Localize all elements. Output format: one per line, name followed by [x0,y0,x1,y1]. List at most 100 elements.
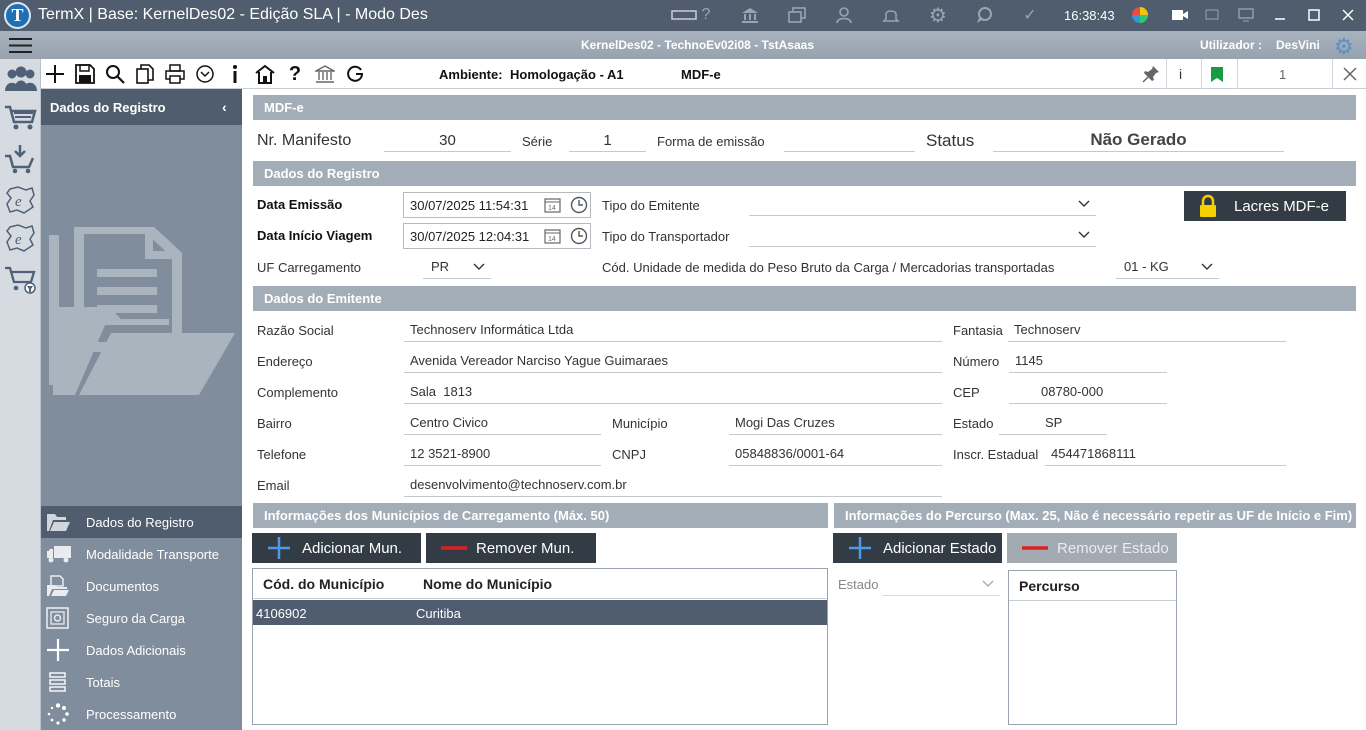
fantasia-field[interactable]: Technoserv [1008,318,1286,342]
bairro-field[interactable]: Centro Civico [404,411,601,435]
people-icon[interactable] [4,65,37,93]
pin-icon[interactable] [1142,65,1160,83]
status-label: Status [926,131,975,150]
bell-icon[interactable] [881,5,901,25]
table-row[interactable]: 4106902 Curitiba [253,600,827,625]
home-icon[interactable] [254,63,276,85]
unidade-medida-select[interactable]: 01 - KG [1116,255,1219,279]
tipo-emitente-select[interactable] [749,192,1096,216]
bookmark-icon[interactable] [1210,66,1224,83]
monitor-icon[interactable] [1236,5,1256,25]
nav-processamento[interactable]: Processamento [41,698,242,730]
remover-estado-button[interactable]: Remover Estado [1007,533,1177,563]
settings-gear-icon[interactable]: ⚙ [1334,34,1354,60]
nav-dados-adicionais[interactable]: Dados Adicionais [41,634,242,666]
user-label: Utilizador : [1200,38,1262,52]
keyboard-icon[interactable] [670,5,698,25]
forma-emissao-field[interactable] [784,128,915,152]
small-window-icon[interactable] [1202,5,1222,25]
telefone-field[interactable]: 12 3521-8900 [404,442,601,466]
collapse-sidebar-icon[interactable]: ‹ [222,99,227,115]
user-icon[interactable] [834,5,854,25]
nav-documentos[interactable]: Documentos [41,570,242,602]
nav-seguro-carga[interactable]: Seguro da Carga [41,602,242,634]
save-icon[interactable] [74,63,96,85]
print-icon[interactable] [164,63,186,85]
calendar-icon[interactable]: 14 [544,197,561,213]
remover-municipio-button[interactable]: Remover Mun. [426,533,596,563]
help-icon[interactable]: ? [284,63,306,85]
chevron-down-icon [473,261,485,273]
inscricao-estadual-field[interactable]: 454471868111 [1045,442,1286,466]
cart-download-icon[interactable] [4,144,37,174]
bank-icon[interactable] [314,63,336,85]
cep-field[interactable]: 08780-000 [1009,380,1167,404]
close-icon[interactable] [1338,5,1358,25]
menu-icon[interactable] [9,37,32,54]
clock-icon[interactable] [570,227,588,245]
serie-field[interactable]: 1 [569,128,646,152]
module-icon-column: e e [0,59,41,730]
maximize-icon[interactable] [1304,5,1324,25]
safe-icon [46,607,70,629]
telefone-label: Telefone [257,447,307,462]
bank-icon[interactable] [740,5,760,25]
check-icon[interactable]: ✓ [1020,5,1040,25]
unidade-medida-label: Cód. Unidade de medida do Peso Bruto da … [602,260,1055,275]
sidebar-title: Dados do Registro [50,100,166,115]
documents-icon [46,575,70,597]
new-icon[interactable] [44,63,66,85]
cnpj-field[interactable]: 05848836/0001-64 [729,442,942,466]
toolbar-sep-1 [1166,59,1167,89]
data-emissao-field[interactable]: 30/07/2025 11:54:31 14 [403,192,591,218]
map-e2-icon[interactable]: e [4,223,37,253]
cart-icon[interactable] [4,103,37,131]
endereco-field[interactable]: Avenida Vereador Narciso Yague Guimaraes [404,349,942,373]
clock: 16:38:43 [1064,8,1115,23]
color-wheel-icon[interactable] [1130,5,1150,25]
calendar-icon[interactable]: 14 [544,228,561,244]
tipo-transportador-select[interactable] [749,223,1096,247]
cart-filter-icon[interactable] [4,264,37,294]
col-header-codigo[interactable]: Cód. do Município [263,576,384,592]
cell-nome: Curitiba [416,606,461,621]
nav-modalidade-transporte[interactable]: Modalidade Transporte [41,538,242,570]
col-header-nome[interactable]: Nome do Município [423,576,552,592]
info-icon[interactable] [224,63,246,85]
adicionar-estado-label: Adicionar Estado [883,540,997,557]
estado-field[interactable]: SP [999,411,1107,435]
percurso-list[interactable]: Percurso [1008,570,1177,725]
copy-icon[interactable] [134,63,156,85]
nr-manifesto-field[interactable]: 30 [384,128,511,152]
svg-text:e: e [15,232,22,248]
gear-icon[interactable]: ⚙ [928,5,948,27]
user-name: DesVini [1276,38,1320,52]
chat-icon[interactable] [974,5,994,25]
windows-icon[interactable] [787,5,807,25]
email-field[interactable]: desenvolvimento@technoserv.com.br [404,473,942,497]
municipio-field[interactable]: Mogi Das Cruzes [729,411,942,435]
nav-totais[interactable]: Totais [41,666,242,698]
info-toggle[interactable]: i [1179,66,1182,82]
search-icon[interactable] [104,63,126,85]
dropdown-circle-icon[interactable] [194,63,216,85]
data-inicio-field[interactable]: 30/07/2025 12:04:31 14 [403,223,591,249]
numero-field[interactable]: 1145 [1009,349,1167,373]
lacres-mdfe-button[interactable]: Lacres MDF-e [1184,191,1346,221]
minimize-icon[interactable] [1270,5,1290,25]
help-icon[interactable]: ? [696,5,716,25]
map-e-icon[interactable]: e [4,185,37,215]
close-record-icon[interactable] [1343,67,1357,81]
session-info: KernelDes02 - TechnoEv02i08 - TstAsaas [581,38,814,52]
razao-social-field[interactable]: Technoserv Informática Ltda [404,318,942,342]
adicionar-municipio-button[interactable]: Adicionar Mun. [252,533,421,563]
refresh-icon[interactable] [344,63,366,85]
camera-icon[interactable] [1170,5,1190,25]
uf-carregamento-select[interactable]: PR [423,255,491,279]
estado-percurso-select[interactable] [882,572,1000,596]
complemento-field[interactable]: Sala 1813 [404,380,942,404]
nav-dados-registro[interactable]: Dados do Registro [41,506,242,538]
adicionar-estado-button[interactable]: Adicionar Estado [833,533,1002,563]
clock-icon[interactable] [570,196,588,214]
svg-text:e: e [15,194,22,210]
